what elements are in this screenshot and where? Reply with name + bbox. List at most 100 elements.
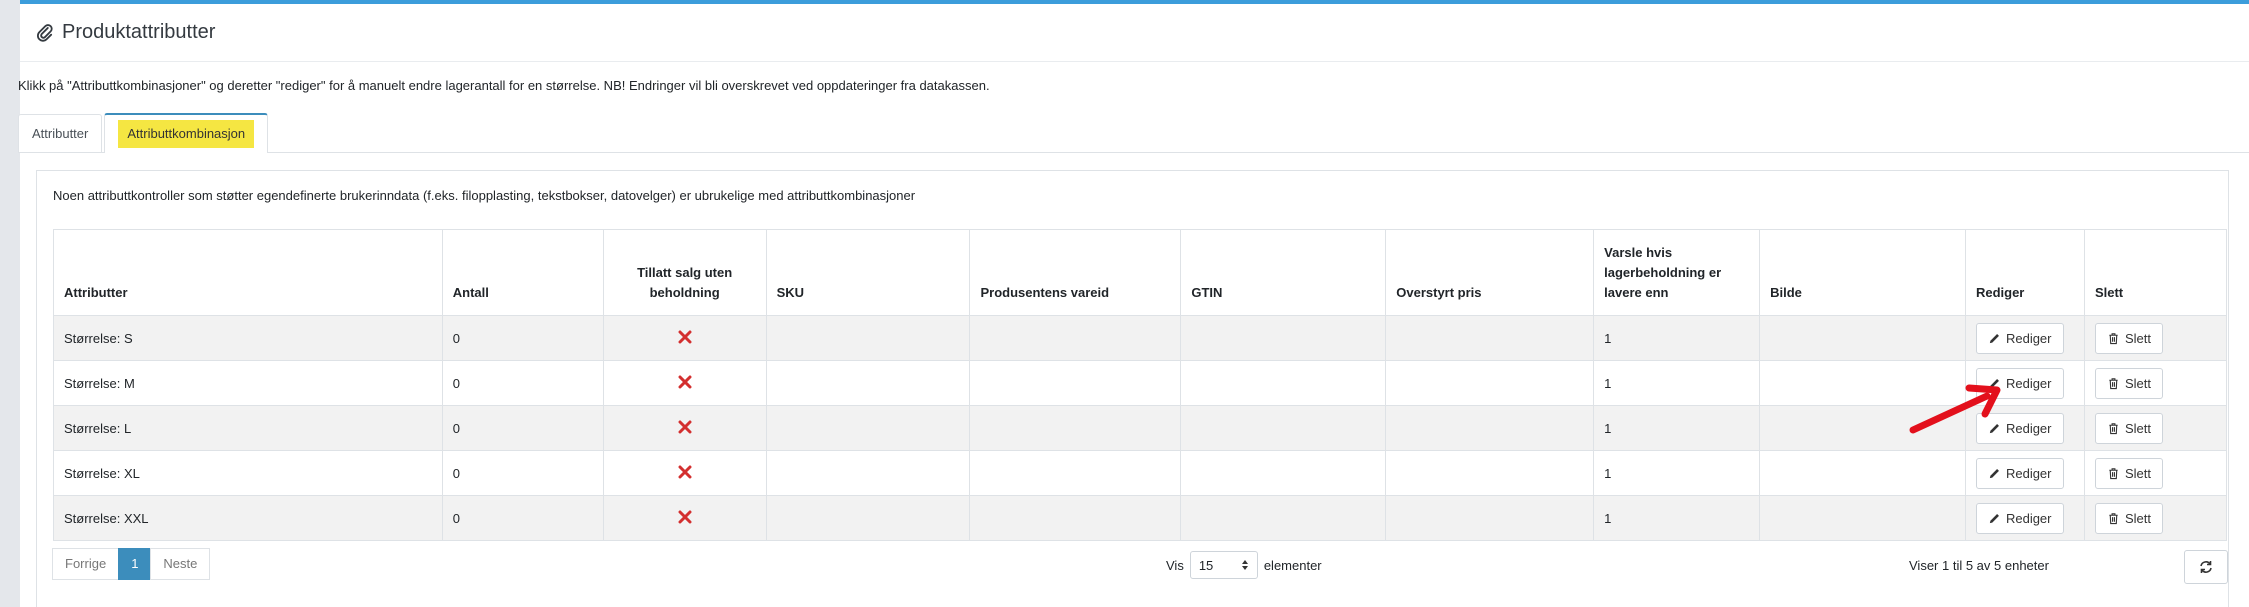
delete-button[interactable]: Slett: [2094, 367, 2163, 399]
tab-label: Attributtkombinasjon: [118, 120, 255, 148]
delete-label: Slett: [2124, 375, 2151, 391]
page-size-select[interactable]: 15: [1189, 551, 1258, 579]
column-header[interactable]: Varsle hvis lagerbeholdning er lavere en…: [1593, 229, 1761, 316]
sort-arrows-icon: [1241, 560, 1248, 570]
override-price-cell: [1385, 495, 1595, 541]
manufacturer-id-cell: [969, 450, 1182, 496]
cross-icon: [678, 420, 692, 433]
quantity-cell: 0: [441, 405, 604, 451]
pencil-icon: [1989, 468, 1999, 478]
table-row: Størrelse: M 0 1 Rediger Slett: [53, 360, 2228, 406]
tab-attributtkombinasjon[interactable]: Attributtkombinasjon: [104, 113, 269, 153]
cross-icon: [678, 510, 692, 523]
pencil-icon: [1989, 333, 1999, 343]
attribute-cell: Størrelse: M: [53, 360, 443, 406]
quantity-cell: 0: [441, 315, 604, 361]
allow-oos-cell: [602, 360, 767, 406]
pagination-page-1[interactable]: 1: [118, 548, 152, 580]
delete-button[interactable]: Slett: [2094, 502, 2163, 534]
column-header[interactable]: Attributter: [53, 229, 443, 316]
gtin-cell: [1180, 315, 1387, 361]
column-header[interactable]: GTIN: [1180, 229, 1387, 316]
gtin-cell: [1180, 405, 1387, 451]
notify-below-cell: 1: [1593, 495, 1761, 541]
cross-icon: [678, 465, 692, 478]
info-text: Noen attributtkontroller som støtter ege…: [53, 188, 916, 203]
delete-label: Slett: [2124, 465, 2151, 481]
quantity-cell: 0: [441, 450, 604, 496]
cross-icon: [678, 375, 692, 388]
column-header: Slett: [2083, 229, 2228, 316]
tab-attributter[interactable]: Attributter: [18, 114, 103, 152]
manufacturer-id-cell: [969, 495, 1182, 541]
attribute-cell: Størrelse: XXL: [53, 495, 443, 541]
delete-label: Slett: [2124, 510, 2151, 526]
pencil-icon: [1989, 513, 1999, 523]
trash-icon: [2109, 467, 2118, 479]
image-cell: [1759, 315, 1966, 361]
tab-label: Attributter: [32, 126, 89, 141]
column-header[interactable]: SKU: [765, 229, 971, 316]
delete-button[interactable]: Slett: [2094, 322, 2163, 354]
gtin-cell: [1180, 495, 1387, 541]
edit-button[interactable]: Rediger: [1975, 322, 2064, 354]
delete-cell: Slett: [2083, 360, 2228, 406]
quantity-cell: 0: [441, 360, 604, 406]
column-header: Rediger: [1964, 229, 2085, 316]
window-edge: [0, 0, 20, 607]
page-size-value: 15: [1198, 557, 1214, 573]
notify-below-cell: 1: [1593, 315, 1761, 361]
delete-cell: Slett: [2083, 405, 2228, 451]
page-title: Produktattributter: [62, 21, 216, 43]
results-summary: Viser 1 til 5 av 5 enheter: [1909, 558, 2049, 573]
manufacturer-id-cell: [969, 315, 1182, 361]
trash-icon: [2109, 377, 2118, 389]
refresh-button[interactable]: [2184, 550, 2228, 584]
sku-cell: [765, 450, 971, 496]
combinations-table: Attributter Antall Tillatt salg uten beh…: [53, 229, 2228, 541]
edit-label: Rediger: [2005, 465, 2052, 481]
attribute-cell: Størrelse: S: [53, 315, 443, 361]
delete-button[interactable]: Slett: [2094, 412, 2163, 444]
table-row: Størrelse: L 0 1 Rediger Slett: [53, 405, 2228, 451]
table-header-row: Attributter Antall Tillatt salg uten beh…: [53, 229, 2228, 316]
column-header[interactable]: Overstyrt pris: [1385, 229, 1595, 316]
annotation-arrow-icon: [1909, 384, 2001, 434]
column-header[interactable]: Tillatt salg uten beholdning: [602, 229, 767, 316]
override-price-cell: [1385, 405, 1595, 451]
image-cell: [1759, 450, 1966, 496]
card-header: Produktattributter: [20, 4, 2249, 62]
allow-oos-cell: [602, 495, 767, 541]
cross-icon: [678, 330, 692, 343]
notice-text: Klikk på "Attributtkombinasjoner" og der…: [18, 78, 990, 93]
edit-label: Rediger: [2005, 420, 2052, 436]
sku-cell: [765, 495, 971, 541]
edit-cell: Rediger: [1964, 495, 2085, 541]
page-size-control: Vis 15 elementer: [1166, 551, 1322, 579]
table-row: Størrelse: XXL 0 1 Rediger Slett: [53, 495, 2228, 541]
column-header[interactable]: Antall: [441, 229, 604, 316]
refresh-icon: [2200, 561, 2212, 573]
pagination-prev[interactable]: Forrige: [52, 548, 120, 580]
edit-cell: Rediger: [1964, 450, 2085, 496]
sku-cell: [765, 405, 971, 451]
column-header[interactable]: Produsentens vareid: [969, 229, 1182, 316]
notify-below-cell: 1: [1593, 405, 1761, 451]
edit-button[interactable]: Rediger: [1975, 457, 2064, 489]
delete-label: Slett: [2124, 420, 2151, 436]
edit-button[interactable]: Rediger: [1975, 502, 2064, 534]
paperclip-icon: [37, 23, 53, 42]
delete-button[interactable]: Slett: [2094, 457, 2163, 489]
edit-label: Rediger: [2005, 375, 2052, 391]
delete-label: Slett: [2124, 330, 2151, 346]
table-row: Størrelse: S 0 1 Rediger Slett: [53, 315, 2228, 361]
attribute-cell: Størrelse: XL: [53, 450, 443, 496]
image-cell: [1759, 495, 1966, 541]
sku-cell: [765, 360, 971, 406]
trash-icon: [2109, 512, 2118, 524]
delete-cell: Slett: [2083, 495, 2228, 541]
column-header[interactable]: Bilde: [1759, 229, 1966, 316]
gtin-cell: [1180, 450, 1387, 496]
tab-bar: Attributter Attributtkombinasjon: [18, 113, 2249, 153]
pagination-next[interactable]: Neste: [150, 548, 211, 580]
